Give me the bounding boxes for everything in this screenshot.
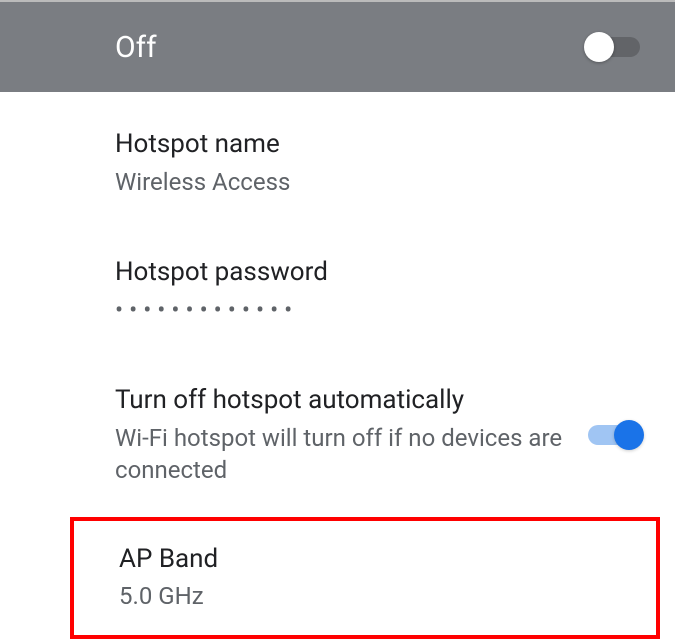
ap-band-row[interactable]: AP Band 5.0 GHz: [119, 521, 636, 635]
ap-band-value: 5.0 GHz: [119, 580, 616, 612]
hotspot-status-header: Off: [0, 2, 675, 92]
ap-band-highlight: AP Band 5.0 GHz: [70, 517, 660, 639]
auto-off-toggle[interactable]: [588, 425, 640, 445]
hotspot-password-row[interactable]: Hotspot password •••••••••••••: [115, 216, 640, 342]
hotspot-name-row[interactable]: Hotspot name Wireless Access: [115, 92, 640, 216]
auto-off-subtitle: Wi-Fi hotspot will turn off if no device…: [115, 422, 568, 487]
hotspot-password-value: •••••••••••••: [115, 296, 620, 324]
ap-band-title: AP Band: [119, 543, 616, 577]
auto-off-row[interactable]: Turn off hotspot automatically Wi-Fi hot…: [115, 342, 640, 517]
hotspot-name-value: Wireless Access: [115, 166, 620, 198]
hotspot-name-title: Hotspot name: [115, 128, 620, 162]
hotspot-status-label: Off: [115, 30, 157, 65]
auto-off-title: Turn off hotspot automatically: [115, 384, 568, 418]
hotspot-master-toggle[interactable]: [588, 37, 640, 57]
hotspot-password-title: Hotspot password: [115, 256, 620, 290]
